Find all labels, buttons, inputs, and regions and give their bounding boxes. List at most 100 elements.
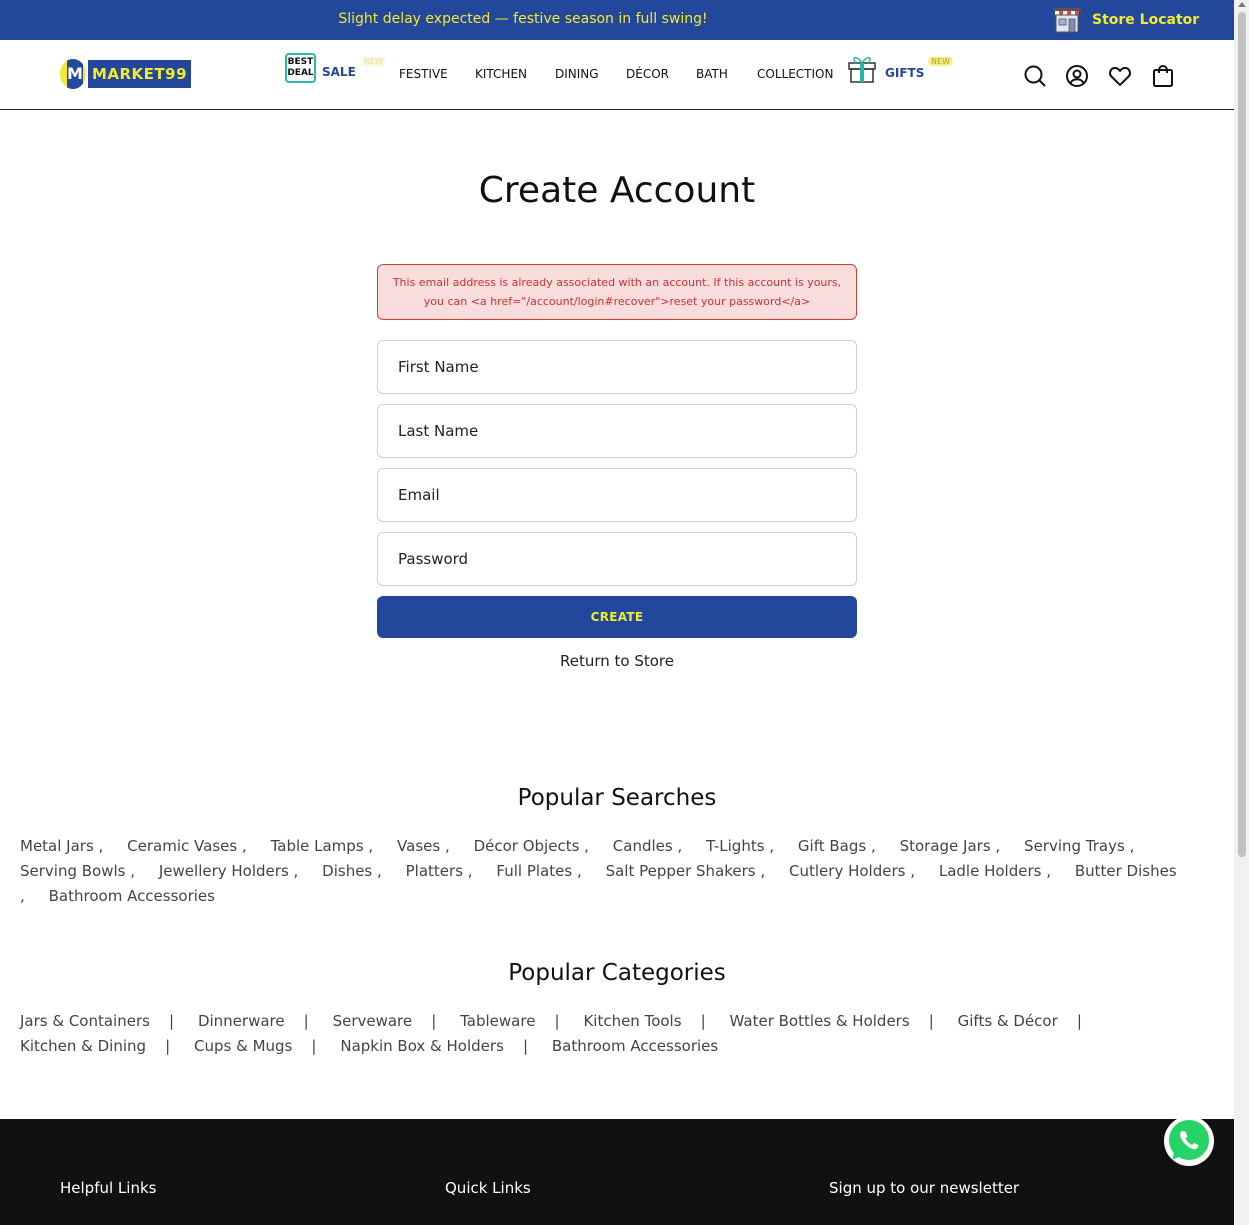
first-name-field[interactable] (377, 340, 857, 394)
nav-item-gifts[interactable]: GIFTS (885, 66, 924, 80)
popular-category-separator: | (909, 1012, 953, 1030)
popular-category-separator: | (292, 1037, 336, 1055)
whatsapp-icon[interactable] (1163, 1115, 1215, 1167)
popular-category-separator: | (681, 1012, 725, 1030)
gift-icon[interactable] (846, 52, 878, 84)
popular-category-link[interactable]: Gifts & Décor (958, 1012, 1058, 1030)
gifts-new-badge: NEW (928, 57, 953, 66)
nav-item-sale[interactable]: SALE (322, 65, 356, 79)
popular-search-link[interactable]: Cutlery Holders (789, 862, 905, 880)
return-to-store-link[interactable]: Return to Store (0, 652, 1234, 670)
popular-searches-list: Metal Jars , Ceramic Vases , Table Lamps… (20, 834, 1200, 909)
popular-search-link[interactable]: Serving Trays (1024, 837, 1125, 855)
sale-new-badge: NEW (361, 57, 386, 66)
search-icon[interactable] (1023, 64, 1047, 88)
popular-category-separator: | (284, 1012, 328, 1030)
popular-category-separator: | (503, 1037, 548, 1055)
popular-search-separator: , (463, 862, 492, 880)
popular-search-link[interactable]: Ladle Holders (939, 862, 1042, 880)
logo-mark: M (60, 59, 86, 89)
popular-category-link[interactable]: Serveware (333, 1012, 413, 1030)
password-field[interactable] (377, 532, 857, 586)
popular-category-separator: | (146, 1037, 190, 1055)
popular-categories-title: Popular Categories (508, 960, 726, 986)
popular-search-link[interactable]: Jewellery Holders (159, 862, 289, 880)
scroll-thumb[interactable] (1238, 12, 1246, 857)
popular-search-link[interactable]: Serving Bowls (20, 862, 125, 880)
popular-search-separator: , (1124, 837, 1154, 855)
popular-search-link[interactable]: Dishes (322, 862, 372, 880)
last-name-field[interactable] (377, 404, 857, 458)
popular-search-link[interactable]: Butter Dishes (1075, 862, 1177, 880)
popular-category-separator: | (535, 1012, 579, 1030)
popular-search-link[interactable]: Candles (613, 837, 673, 855)
announcement-bar: Slight delay expected — festive season i… (0, 0, 1234, 40)
popular-search-separator: , (440, 837, 469, 855)
scroll-up-arrow[interactable] (1238, 2, 1246, 7)
popular-category-link[interactable]: Tableware (460, 1012, 535, 1030)
popular-search-separator: , (764, 837, 794, 855)
popular-search-separator: , (372, 862, 401, 880)
popular-search-separator: , (672, 837, 702, 855)
email-input[interactable] (378, 469, 856, 521)
site-footer: Helpful Links Quick Links Sign up to our… (0, 1119, 1234, 1225)
popular-search-link[interactable]: Full Plates (496, 862, 572, 880)
last-name-input[interactable] (378, 405, 856, 457)
nav-item-collection[interactable]: COLLECTION (757, 67, 833, 81)
popular-category-link[interactable]: Kitchen & Dining (20, 1037, 146, 1055)
popular-search-separator: , (572, 862, 601, 880)
popular-category-separator: | (1057, 1012, 1101, 1030)
popular-category-separator: | (149, 1012, 194, 1030)
popular-category-link[interactable]: Dinnerware (198, 1012, 285, 1030)
popular-search-separator: , (288, 862, 318, 880)
popular-searches-title: Popular Searches (517, 785, 717, 811)
popular-category-link[interactable]: Napkin Box & Holders (340, 1037, 504, 1055)
nav-item-bath[interactable]: BATH (696, 67, 728, 81)
newsletter-heading: Sign up to our newsletter (829, 1179, 1020, 1197)
nav-item-dining[interactable]: DINING (555, 67, 599, 81)
site-header: M MARKET99 BEST DEAL SALE NEW FESTIVE KI… (0, 40, 1234, 110)
popular-category-link[interactable]: Bathroom Accessories (552, 1037, 718, 1055)
popular-search-link[interactable]: Table Lamps (271, 837, 364, 855)
popular-search-separator: , (579, 837, 608, 855)
first-name-input[interactable] (378, 341, 856, 393)
logo[interactable]: M MARKET99 (60, 58, 191, 90)
account-icon[interactable] (1065, 64, 1089, 88)
nav-item-festive[interactable]: FESTIVE (399, 67, 448, 81)
error-message: This email address is already associated… (377, 264, 857, 320)
password-input[interactable] (378, 533, 856, 585)
popular-search-link[interactable]: Storage Jars (900, 837, 991, 855)
popular-category-link[interactable]: Cups & Mugs (194, 1037, 292, 1055)
popular-search-link[interactable]: Platters (406, 862, 463, 880)
popular-categories-list: Jars & Containers | Dinnerware | Servewa… (20, 1009, 1200, 1059)
popular-search-link[interactable]: Décor Objects (474, 837, 580, 855)
popular-search-separator: , (866, 837, 895, 855)
popular-search-link[interactable]: Metal Jars (20, 837, 94, 855)
scrollbar[interactable] (1234, 0, 1249, 1225)
nav-item-decor[interactable]: DÉCOR (626, 67, 669, 81)
popular-category-link[interactable]: Water Bottles & Holders (730, 1012, 910, 1030)
announcement-text: Slight delay expected — festive season i… (338, 11, 708, 27)
popular-search-link[interactable]: Vases (397, 837, 440, 855)
popular-search-link[interactable]: Ceramic Vases (127, 837, 237, 855)
page-title: Create Account (478, 170, 756, 211)
store-locator-link[interactable]: Store Locator (1052, 6, 1199, 34)
cart-icon[interactable] (1151, 64, 1175, 88)
create-button[interactable]: CREATE (377, 596, 857, 638)
quick-links-heading: Quick Links (445, 1179, 531, 1197)
popular-search-link[interactable]: Salt Pepper Shakers (606, 862, 756, 880)
popular-category-link[interactable]: Jars & Containers (20, 1012, 150, 1030)
popular-search-link[interactable]: Gift Bags (798, 837, 866, 855)
email-field[interactable] (377, 468, 857, 522)
popular-search-link[interactable]: Bathroom Accessories (49, 887, 215, 905)
popular-category-link[interactable]: Kitchen Tools (583, 1012, 681, 1030)
popular-search-separator: , (1041, 862, 1071, 880)
popular-search-separator: , (755, 862, 785, 880)
wishlist-icon[interactable] (1108, 64, 1132, 88)
popular-search-separator: , (93, 837, 123, 855)
nav-item-kitchen[interactable]: KITCHEN (475, 67, 527, 81)
popular-search-link[interactable]: T-Lights (706, 837, 764, 855)
error-line-2: you can <a href="/account/login#recover"… (423, 295, 811, 308)
best-deal-icon[interactable]: BEST DEAL (285, 53, 316, 83)
popular-search-separator: , (905, 862, 935, 880)
